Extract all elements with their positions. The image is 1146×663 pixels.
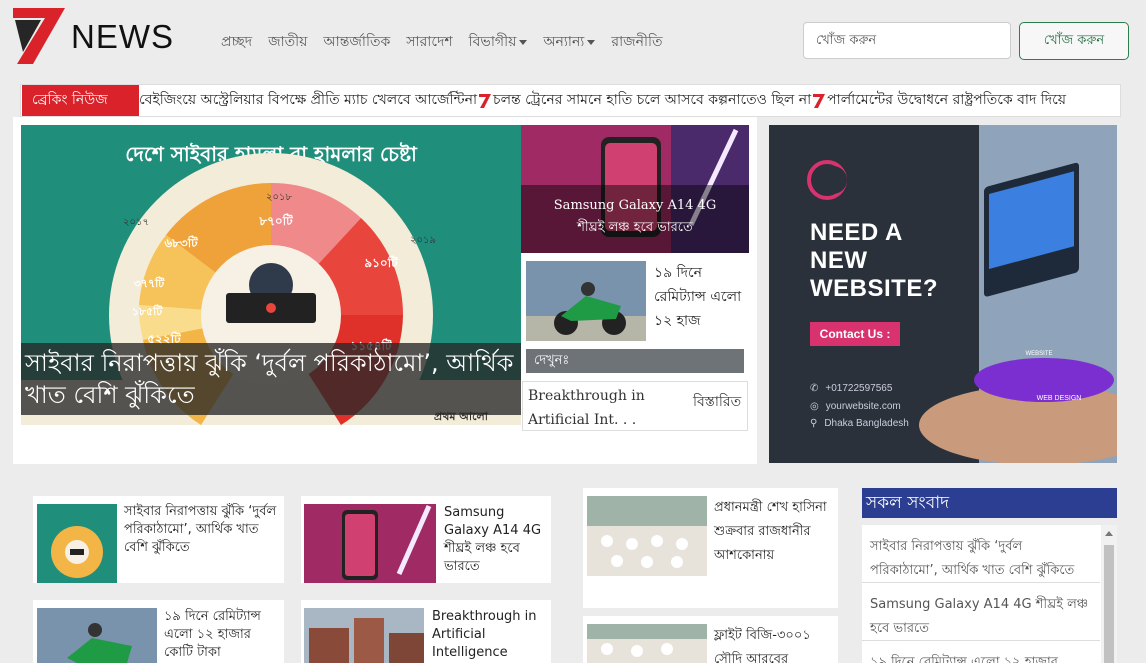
ad-heading-line: NEED A [810, 219, 903, 246]
card-title: ১৯ দিনে রেমিট্যান্স এলো ১২ হাজার কোটি টা… [164, 609, 261, 660]
news-card[interactable]: প্রধানমন্ত্রী শেখ হাসিনা শুক্রবার রাজধান… [583, 488, 838, 608]
side-story-samsung[interactable]: Samsung Galaxy A14 4G শীঘ্রই লঞ্চ হবে ভা… [521, 125, 749, 253]
card-thumbnail [37, 608, 157, 663]
nav-label: বিভাগীয় [468, 34, 517, 50]
ticker-item[interactable]: পার্লামেন্টের উদ্বোধনে রাষ্ট্রপতিকে বাদ … [827, 85, 1066, 116]
website-ad-banner[interactable]: WEBSITE WEB DESIGN NEED A NEW WEBSITE? C… [769, 125, 1117, 463]
card-thumbnail [587, 496, 707, 576]
list-item[interactable]: সাইবার নিরাপত্তায় ঝুঁকি ‘দুর্বল পরিকাঠা… [862, 529, 1100, 583]
infographic-label: ৮৭০টি [258, 213, 293, 228]
featured-section: দেশে সাইবার হামলা বা হামলার চেষ্টা ২০১৮ … [13, 117, 757, 464]
side-story-title: ১৯ দিনে রেমিট্যান্স এলো ১২ হাজ [654, 265, 742, 329]
ad-phone: ✆ +01722597565 [810, 383, 892, 394]
ad-website: ◎ yourwebsite.com [810, 401, 901, 412]
featured-headline[interactable]: সাইবার নিরাপত্তায় ঝুঁকি ‘দুর্বল পরিকাঠা… [21, 343, 521, 415]
nav-item-national[interactable]: জাতীয় [268, 30, 307, 54]
logo-wordmark: NEWS [71, 18, 174, 55]
see-more-label: দেখুনঃ [526, 349, 744, 373]
nav-label: আন্তর্জাতিক [323, 34, 391, 50]
infographic-label: ৯১০টি [364, 255, 398, 270]
list-item[interactable]: ১৯ দিনে রেমিট্যান্স এলো ১২ হাজার [862, 645, 1100, 663]
nav-item-international[interactable]: আন্তর্জাতিক [323, 30, 390, 54]
chevron-down-icon [519, 39, 528, 45]
news-card[interactable]: ফ্লাইট বিজি-৩০০১ সৌদি আরবের [583, 616, 838, 663]
chevron-down-icon [587, 39, 596, 45]
card-thumbnail [587, 624, 707, 663]
seven-logo-icon [813, 93, 826, 108]
globe-icon: ◎ [810, 401, 819, 412]
ticker-item[interactable]: চলন্ত ট্রেনের সামনে হাতি চলে আসবে কল্পনা… [493, 85, 811, 116]
breaking-news-bar: ব্রেকিং নিউজ বেইজিংয়ে অস্ট্রেলিয়ার বিপ… [20, 84, 1121, 117]
caption-line: শীঘ্রই লঞ্চ হবে ভারতে [577, 220, 693, 235]
card-title: সাইবার নিরাপত্তায় ঝুঁকি ‘দুর্বল পরিকাঠা… [124, 504, 277, 555]
nav-item-divisional[interactable]: বিভাগীয় [469, 30, 528, 54]
ad-heading-line: NEW [810, 247, 868, 274]
site-header: NEWS প্রচ্ছদ জাতীয় আন্তর্জাতিক সারাদেশ … [0, 0, 1146, 82]
scroll-up-icon[interactable] [1105, 531, 1113, 536]
news-card[interactable]: Breakthrough in Artificial Intelligence [301, 600, 551, 663]
site-logo[interactable]: NEWS [13, 8, 203, 64]
all-news-title: সকল সংবাদ [862, 488, 1117, 518]
card-title: Samsung Galaxy A14 4G শীঘ্রই লঞ্চ হবে ভা… [444, 505, 542, 574]
card-thumbnail [304, 608, 424, 663]
ticker-item[interactable]: বেইজিংয়ে অস্ট্রেলিয়ার বিপক্ষে প্রীতি ম… [139, 85, 477, 116]
all-news-list: সাইবার নিরাপত্তায় ঝুঁকি ‘দুর্বল পরিকাঠা… [862, 525, 1117, 663]
infographic-label: ২০১৯ [410, 235, 436, 246]
infographic-label: ১৮৫টি [132, 304, 164, 318]
details-link[interactable]: বিস্তারিত [693, 390, 741, 414]
ad-laptop-label: WEBSITE [1025, 351, 1052, 357]
nav-item-politics[interactable]: রাজনীতি [611, 30, 662, 54]
news-card[interactable]: Samsung Galaxy A14 4G শীঘ্রই লঞ্চ হবে ভা… [301, 496, 551, 583]
card-title: প্রধানমন্ত্রী শেখ হাসিনা শুক্রবার রাজধান… [714, 500, 827, 563]
side-story-remittance[interactable]: ১৯ দিনে রেমিট্যান্স এলো ১২ হাজ [521, 257, 749, 341]
caption-line: Samsung Galaxy A14 4G [553, 198, 717, 213]
side-story-caption: Samsung Galaxy A14 4G শীঘ্রই লঞ্চ হবে ভা… [521, 185, 749, 253]
ad-website-text: yourwebsite.com [825, 401, 901, 412]
infographic-label: ২০১৮ [266, 192, 292, 203]
card-thumbnail [304, 504, 436, 583]
seven-logo-icon [479, 93, 492, 108]
ad-platform-label: WEB DESIGN [1037, 395, 1082, 402]
mini-story[interactable]: Breakthrough in Artificial Int. . . বিস্… [522, 381, 748, 431]
ad-phone-text: +01722597565 [825, 383, 893, 394]
list-item[interactable]: Samsung Galaxy A14 4G শীঘ্রই লঞ্চ হবে ভা… [862, 587, 1100, 641]
nav-label: অন্যান্য [543, 34, 585, 50]
nav-item-others[interactable]: অন্যান্য [543, 30, 596, 54]
breaking-news-label: ব্রেকিং নিউজ [22, 85, 139, 116]
nav-item-home[interactable]: প্রচ্ছদ [221, 30, 252, 54]
location-pin-icon: ⚲ [810, 418, 818, 429]
nav-label: প্রচ্ছদ [221, 34, 253, 50]
news-card[interactable]: ১৯ দিনে রেমিট্যান্স এলো ১২ হাজার কোটি টা… [33, 600, 284, 663]
nav-label: সারাদেশ [406, 34, 453, 50]
news-card[interactable]: সাইবার নিরাপত্তায় ঝুঁকি ‘দুর্বল পরিকাঠা… [33, 496, 284, 583]
phone-icon: ✆ [810, 383, 819, 394]
infographic-label: ৬৮৩টি [164, 235, 198, 250]
ad-location: ⚲ Dhaka Bangladesh [810, 418, 909, 429]
infographic-label: ৩৭৭টি [134, 276, 166, 290]
nav-item-countrywide[interactable]: সারাদেশ [406, 30, 452, 54]
card-thumbnail [37, 504, 117, 583]
news-ticker: বেইজিংয়ে অস্ট্রেলিয়ার বিপক্ষে প্রীতি ম… [139, 85, 1066, 116]
card-title: Breakthrough in Artificial Intelligence [432, 609, 537, 660]
nav-label: জাতীয় [268, 34, 308, 50]
search-input[interactable] [803, 22, 1011, 59]
motorbike-photo [526, 261, 646, 341]
main-nav: প্রচ্ছদ জাতীয় আন্তর্জাতিক সারাদেশ বিভাগ… [221, 30, 679, 54]
nav-label: রাজনীতি [611, 34, 663, 50]
contact-us-button[interactable]: Contact Us : [810, 322, 900, 346]
search-button[interactable]: খোঁজ করুন [1019, 22, 1129, 60]
mini-story-title: Breakthrough in Artificial Int. . . [528, 388, 645, 428]
ad-heading: NEED A NEW WEBSITE? [810, 219, 938, 303]
scrollbar[interactable] [1101, 525, 1117, 663]
infographic-label: ২০১৭ [123, 217, 149, 228]
ad-heading-line: WEBSITE? [810, 275, 938, 302]
seven-logo-icon [13, 8, 65, 64]
card-title: ফ্লাইট বিজি-৩০০১ সৌদি আরবের [714, 628, 811, 663]
ad-location-text: Dhaka Bangladesh [824, 418, 909, 429]
scroll-thumb[interactable] [1104, 545, 1114, 663]
